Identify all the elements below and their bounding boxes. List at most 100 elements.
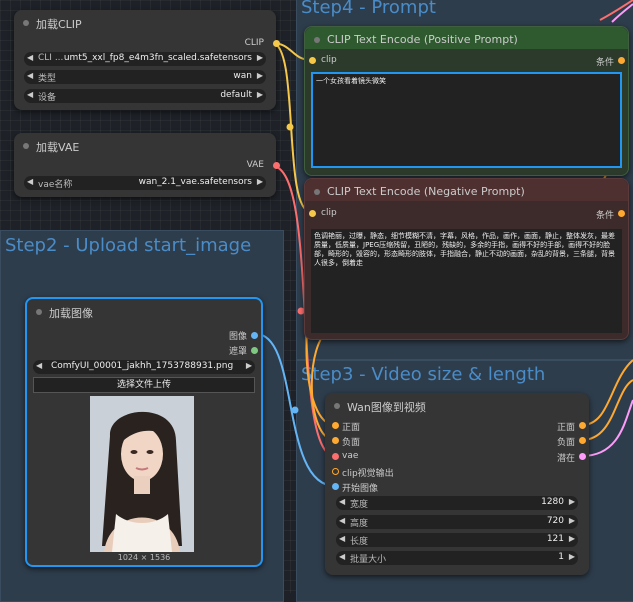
- load-clip-title: 加载CLIP: [36, 18, 82, 31]
- latent-output-label: 潜在: [556, 454, 575, 464]
- arrow-right-icon[interactable]: ▶: [257, 53, 263, 62]
- arrow-left-icon[interactable]: ◀: [339, 552, 345, 561]
- vae-name-widget[interactable]: ◀ vae名称 wan_2.1_vae.safetensors ▶: [24, 176, 266, 190]
- height-widget[interactable]: ◀ 高度 720 ▶: [336, 515, 578, 529]
- image-file-widget[interactable]: ◀ ComfyUI_00001_jakhh_1753788931.png ▶: [33, 360, 255, 374]
- negative-prompt-title: CLIP Text Encode (Negative Prompt): [327, 185, 525, 198]
- negative-input-socket[interactable]: [332, 437, 339, 444]
- arrow-left-icon[interactable]: ◀: [339, 534, 345, 543]
- batch-size-widget[interactable]: ◀ 批量大小 1 ▶: [336, 551, 578, 565]
- load-image-node[interactable]: 加载图像 图像 遮罩 ◀ ComfyUI_00001_jakhh_1753788…: [25, 297, 263, 567]
- load-clip-node[interactable]: 加载CLIP CLIP ◀ CLI ... umt5_xxl_fp8_e4m3f…: [14, 10, 280, 110]
- arrow-left-icon[interactable]: ◀: [36, 361, 42, 370]
- clip-type-value: wan: [233, 71, 252, 81]
- negative-prompt-text[interactable]: 色调艳丽，过曝，静态，细节模糊不清，字幕，风格，作品，画作，画面，静止，整体发灰…: [311, 229, 622, 333]
- vae-output-socket[interactable]: [273, 162, 280, 169]
- node-status-dot: [36, 309, 42, 315]
- arrow-right-icon[interactable]: ▶: [569, 534, 575, 543]
- node-status-dot: [334, 403, 340, 409]
- image-preview: [90, 396, 194, 552]
- batch-size-value: 1: [558, 552, 564, 562]
- clip-device-value: default: [220, 90, 252, 100]
- positive-output-label: 正面: [556, 423, 575, 433]
- portrait-image: [90, 396, 194, 552]
- clip-name-value: umt5_xxl_fp8_e4m3fn_scaled.safetensors: [63, 53, 252, 63]
- length-widget[interactable]: ◀ 长度 121 ▶: [336, 533, 578, 547]
- conditioning-output-socket[interactable]: [618, 57, 625, 64]
- clip-output-socket[interactable]: [273, 40, 280, 47]
- arrow-right-icon[interactable]: ▶: [257, 177, 263, 186]
- arrow-left-icon[interactable]: ◀: [339, 497, 345, 506]
- clip-vision-input-label: clip视觉输出: [342, 469, 394, 479]
- clip-name-label: CLI ...: [38, 53, 64, 63]
- positive-output-socket[interactable]: [579, 422, 586, 429]
- image-output-label: 图像: [228, 332, 247, 342]
- arrow-left-icon[interactable]: ◀: [339, 516, 345, 525]
- clip-name-widget[interactable]: ◀ CLI ... umt5_xxl_fp8_e4m3fn_scaled.saf…: [24, 52, 266, 66]
- positive-input-socket[interactable]: [332, 422, 339, 429]
- negative-output-socket[interactable]: [579, 437, 586, 444]
- latent-output-socket[interactable]: [579, 453, 586, 460]
- arrow-right-icon[interactable]: ▶: [569, 552, 575, 561]
- positive-prompt-node[interactable]: CLIP Text Encode (Positive Prompt) clip …: [304, 26, 629, 176]
- load-vae-node[interactable]: 加载VAE VAE ◀ vae名称 wan_2.1_vae.safetensor…: [14, 133, 280, 197]
- conditioning-output-socket[interactable]: [618, 210, 625, 217]
- arrow-right-icon[interactable]: ▶: [257, 71, 263, 80]
- width-label: 宽度: [350, 500, 369, 510]
- width-value: 1280: [541, 497, 564, 507]
- clip-type-widget[interactable]: ◀ 类型 wan ▶: [24, 70, 266, 84]
- clip-input-label: clip: [321, 208, 337, 218]
- clip-input-label: clip: [321, 55, 337, 65]
- mask-output-label: 遮罩: [228, 347, 247, 357]
- negative-input-label: 负面: [342, 438, 361, 448]
- image-dimensions: 1024 × 1536: [117, 553, 171, 562]
- arrow-right-icon[interactable]: ▶: [246, 361, 252, 370]
- conditioning-output-label: 条件: [595, 58, 614, 68]
- node-status-dot: [314, 37, 320, 43]
- node-status-dot: [23, 20, 29, 26]
- positive-prompt-title: CLIP Text Encode (Positive Prompt): [327, 33, 518, 46]
- length-value: 121: [546, 534, 564, 544]
- wan-image-to-video-node[interactable]: Wan图像到视频 正面 负面 vae clip视觉输出 开始图像 正面 负面 潜…: [325, 393, 589, 575]
- arrow-right-icon[interactable]: ▶: [569, 497, 575, 506]
- wan-node-title: Wan图像到视频: [347, 401, 426, 414]
- arrow-left-icon[interactable]: ◀: [27, 90, 33, 99]
- vae-input-label: vae: [342, 451, 359, 461]
- negative-output-label: 负面: [556, 438, 575, 448]
- start-image-input-socket[interactable]: [332, 483, 339, 490]
- mask-output-socket[interactable]: [251, 347, 258, 354]
- node-status-dot: [23, 143, 29, 149]
- upload-button[interactable]: 选择文件上传: [33, 377, 255, 393]
- arrow-left-icon[interactable]: ◀: [27, 71, 33, 80]
- width-widget[interactable]: ◀ 宽度 1280 ▶: [336, 496, 578, 510]
- clip-input-socket[interactable]: [309, 57, 316, 64]
- clip-vision-input-socket[interactable]: [332, 468, 339, 475]
- conditioning-output-label: 条件: [595, 211, 614, 221]
- clip-type-label: 类型: [38, 74, 57, 84]
- arrow-left-icon[interactable]: ◀: [27, 177, 33, 186]
- image-file-value: ComfyUI_00001_jakhh_1753788931.png: [51, 361, 234, 371]
- load-vae-title: 加载VAE: [36, 141, 80, 154]
- positive-prompt-text[interactable]: 一个女孩看着镜头微笑: [311, 72, 622, 168]
- wire-out-neg: [581, 379, 633, 441]
- arrow-left-icon[interactable]: ◀: [27, 53, 33, 62]
- vae-input-socket[interactable]: [332, 453, 339, 460]
- length-label: 长度: [350, 537, 369, 547]
- start-image-input-label: 开始图像: [342, 484, 379, 494]
- vae-name-value: wan_2.1_vae.safetensors: [138, 177, 252, 187]
- vae-output-label: VAE: [246, 160, 264, 170]
- negative-prompt-node[interactable]: CLIP Text Encode (Negative Prompt) clip …: [304, 178, 629, 340]
- batch-size-label: 批量大小: [350, 555, 387, 565]
- arrow-right-icon[interactable]: ▶: [257, 90, 263, 99]
- positive-input-label: 正面: [342, 423, 361, 433]
- clip-input-socket[interactable]: [309, 210, 316, 217]
- clip-device-widget[interactable]: ◀ 设备 default ▶: [24, 89, 266, 103]
- arrow-right-icon[interactable]: ▶: [569, 516, 575, 525]
- clip-output-label: CLIP: [244, 38, 264, 48]
- image-output-socket[interactable]: [251, 332, 258, 339]
- clip-device-label: 设备: [38, 93, 57, 103]
- wire-out-pos: [581, 359, 633, 426]
- vae-name-label: vae名称: [38, 180, 73, 190]
- wire-out-latent: [581, 399, 633, 457]
- height-value: 720: [546, 516, 564, 526]
